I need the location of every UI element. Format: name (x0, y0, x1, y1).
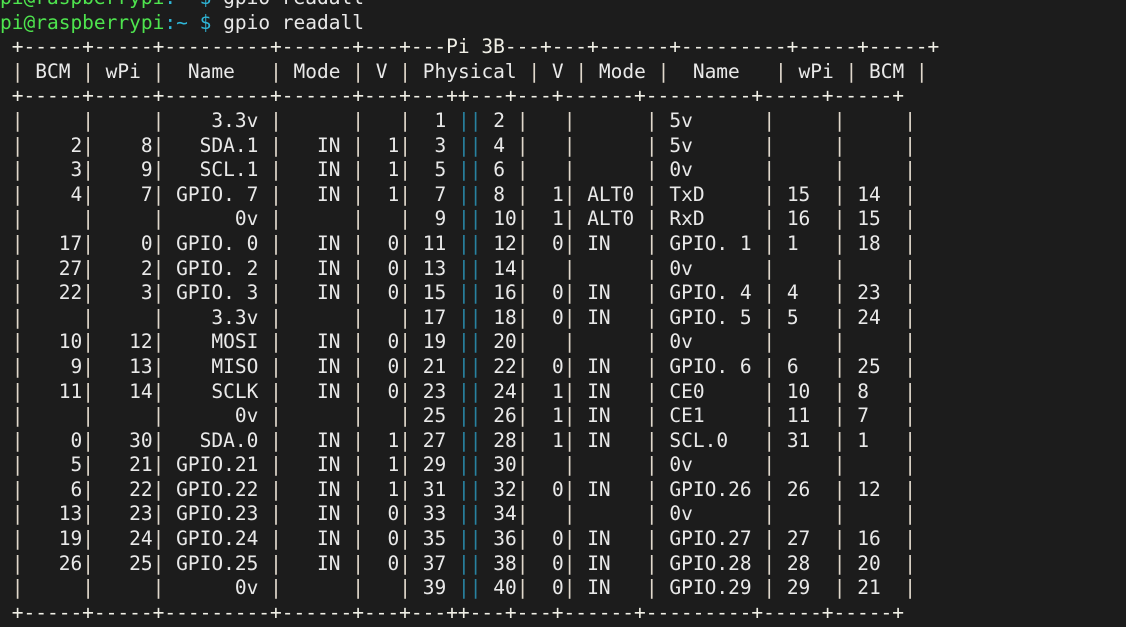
terminal-line: | 13| 23| GPIO.23 | IN | 0| 33 || 34| | … (0, 502, 916, 526)
terminal-line: | 0| 30| SDA.0 | IN | 1| 27 || 28| 1| IN… (0, 428, 916, 452)
terminal-line: | 22| 3| GPIO. 3 | IN | 0| 15 || 16| 0| … (0, 281, 916, 305)
terminal-line: | 26| 25| GPIO.25 | IN | 0| 37 || 38| 0|… (0, 551, 916, 575)
terminal-line: | 11| 14| SCLK | IN | 0| 23 || 24| 1| IN… (0, 379, 916, 403)
terminal-line: | 2| 8| SDA.1 | IN | 1| 3 || 4 | | | 5v … (0, 133, 916, 157)
terminal-line: | 6| 22| GPIO.22 | IN | 1| 31 || 32| 0| … (0, 477, 916, 501)
terminal-line: | 4| 7| GPIO. 7 | IN | 1| 7 || 8 | 1| AL… (0, 182, 916, 206)
terminal-line: +-----+-----+---------+------+---+---++-… (0, 600, 904, 624)
terminal-line: | 3| 9| SCL.1 | IN | 1| 5 || 6 | | | 0v … (0, 158, 916, 182)
terminal-line: | | | 3.3v | | | 1 || 2 | | | 5v | | | (0, 108, 916, 132)
terminal-line: | 19| 24| GPIO.24 | IN | 0| 35 || 36| 0|… (0, 527, 916, 551)
terminal-line: | | | 0v | | | 39 || 40| 0| IN | GPIO.29… (0, 576, 916, 600)
terminal-line: | BCM | wPi | Name | Mode | V | Physical… (0, 59, 928, 83)
terminal-line: | 27| 2| GPIO. 2 | IN | 0| 13 || 14| | |… (0, 256, 916, 280)
terminal-line: | 10| 12| MOSI | IN | 0| 19 || 20| | | 0… (0, 330, 916, 354)
terminal-line: | 5| 21| GPIO.21 | IN | 1| 29 || 30| | |… (0, 453, 916, 477)
terminal-line: +-----+-----+---------+------+---+---++-… (0, 84, 904, 108)
terminal-line: | | | 3.3v | | | 17 || 18| 0| IN | GPIO.… (0, 305, 916, 329)
terminal-line: | 9| 13| MISO | IN | 0| 21 || 22| 0| IN … (0, 354, 916, 378)
terminal-line: | | | 0v | | | 25 || 26| 1| IN | CE1 | 1… (0, 404, 916, 428)
terminal-screen: pi@raspberrypi:~ $ gpio readallpi@raspbe… (0, 0, 1126, 627)
terminal-line: pi@raspberrypi:~ $ gpio readall (0, 10, 364, 34)
terminal-window[interactable]: pi@raspberrypi:~ $ gpio readallpi@raspbe… (0, 0, 1126, 627)
terminal-line: pi@raspberrypi:~ $ gpio readall (0, 0, 1126, 11)
terminal-line: | 17| 0| GPIO. 0 | IN | 0| 11 || 12| 0| … (0, 231, 916, 255)
terminal-line: | | | 0v | | | 9 || 10| 1| ALT0 | RxD | … (0, 207, 916, 231)
terminal-line: +-----+-----+---------+------+---+---Pi … (0, 35, 940, 59)
